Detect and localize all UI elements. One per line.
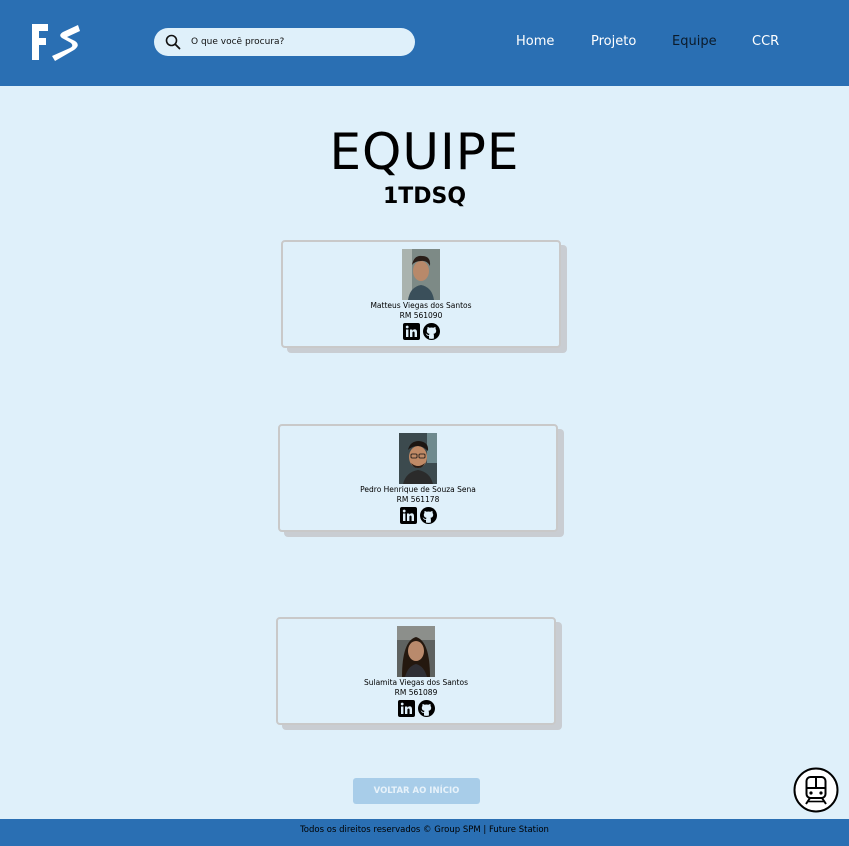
team-card: Matteus Viegas dos Santos RM 561090 xyxy=(281,240,561,348)
linkedin-icon[interactable] xyxy=(402,323,420,340)
fs-logo[interactable] xyxy=(28,20,82,64)
linkedin-icon[interactable] xyxy=(399,507,417,524)
member-rm: RM 561090 xyxy=(399,311,443,320)
footer: Todos os direitos reservados © Group SPM… xyxy=(0,819,849,846)
github-icon[interactable] xyxy=(417,700,435,717)
linkedin-icon[interactable] xyxy=(397,700,415,717)
nav-equipe[interactable]: Equipe xyxy=(672,34,717,49)
page-title: EQUIPE xyxy=(329,123,520,181)
github-icon[interactable] xyxy=(422,323,440,340)
member-rm: RM 561089 xyxy=(394,688,438,697)
member-photo xyxy=(399,433,437,484)
footer-text: Todos os direitos reservados © Group SPM… xyxy=(300,825,549,835)
train-icon[interactable] xyxy=(793,767,839,813)
search-icon[interactable] xyxy=(165,34,181,50)
page-subtitle: 1TDSQ xyxy=(382,184,467,209)
nav-home[interactable]: Home xyxy=(516,34,554,49)
member-photo xyxy=(397,626,435,677)
nav-projeto[interactable]: Projeto xyxy=(591,34,636,49)
team-card: Sulamita Viegas dos Santos RM 561089 xyxy=(276,617,556,725)
search-bar[interactable] xyxy=(154,28,415,56)
search-input[interactable] xyxy=(191,37,391,47)
member-rm: RM 561178 xyxy=(396,495,440,504)
member-name: Matteus Viegas dos Santos xyxy=(370,301,472,310)
back-to-home-button[interactable]: VOLTAR AO INÍCIO xyxy=(353,778,480,804)
team-card: Pedro Henrique de Souza Sena RM 561178 xyxy=(278,424,558,532)
nav-ccr[interactable]: CCR xyxy=(752,34,779,49)
member-name: Pedro Henrique de Souza Sena xyxy=(360,485,476,494)
header: Home Projeto Equipe CCR xyxy=(0,0,849,86)
member-name: Sulamita Viegas dos Santos xyxy=(363,678,468,687)
github-icon[interactable] xyxy=(419,507,437,524)
member-photo xyxy=(402,249,440,300)
